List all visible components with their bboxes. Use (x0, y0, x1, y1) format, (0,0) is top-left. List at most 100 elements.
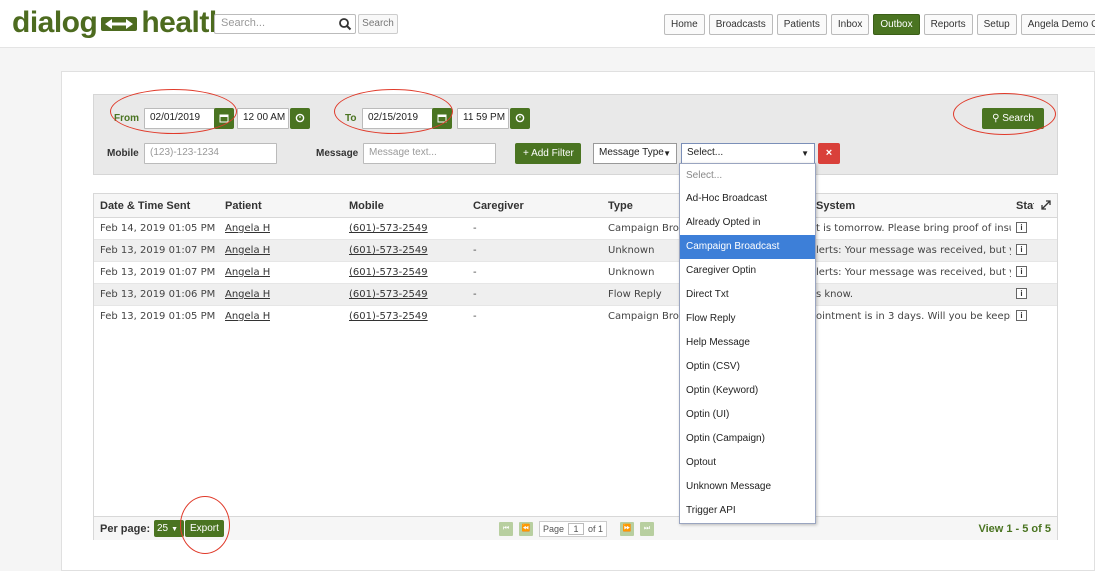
col-date[interactable]: Date & Time Sent (100, 200, 190, 212)
cell-patient-link[interactable]: Angela H (225, 245, 270, 256)
cell-patient-link[interactable]: Angela H (225, 223, 270, 234)
nav-reports[interactable]: Reports (923, 14, 973, 35)
option-optin-campaign[interactable]: Optin (Campaign) (680, 427, 815, 451)
nav-inbox[interactable]: Inbox (830, 14, 870, 35)
mobile-label: Mobile (107, 148, 139, 159)
message-input[interactable]: Message text... (363, 143, 496, 164)
col-patient[interactable]: Patient (225, 200, 262, 212)
chevron-down-icon: ▼ (801, 149, 809, 158)
expand-icon[interactable] (1040, 199, 1052, 211)
main-nav: Home Broadcasts Patients Inbox Outbox Re… (664, 14, 1095, 35)
cell-mobile-link[interactable]: (601)-573-2549 (349, 289, 428, 300)
next-page-icon[interactable]: ⏩ (620, 522, 634, 536)
option-caregiver-optin[interactable]: Caregiver Optin (680, 259, 815, 283)
nav-broadcasts[interactable]: Broadcasts (708, 14, 773, 35)
cell-type: Flow Reply (608, 289, 662, 300)
info-icon[interactable]: i (1016, 288, 1027, 299)
option-trigger-api[interactable]: Trigger API (680, 499, 815, 523)
col-type[interactable]: Type (608, 200, 633, 212)
col-mobile[interactable]: Mobile (349, 200, 384, 212)
search-icon[interactable] (338, 17, 352, 31)
from-clock-button[interactable] (290, 108, 310, 129)
per-page-label: Per page: (100, 523, 151, 535)
mobile-input[interactable]: (123)-123-1234 (144, 143, 277, 164)
cell-caregiver: - (473, 311, 477, 322)
cell-patient-link[interactable]: Angela H (225, 289, 270, 300)
cell-caregiver: - (473, 289, 477, 300)
cell-patient-link[interactable]: Angela H (225, 267, 270, 278)
annotation-circle-export (180, 496, 230, 554)
table-row[interactable]: Feb 13, 2019 01:07 PM Angela H (601)-573… (94, 240, 1057, 262)
nav-account[interactable]: Angela Demo Com (1020, 14, 1095, 35)
table-row[interactable]: Feb 13, 2019 01:07 PM Angela H (601)-573… (94, 262, 1057, 284)
page-input[interactable]: 1 (568, 523, 585, 535)
nav-setup[interactable]: Setup (976, 14, 1017, 35)
table-row[interactable]: Feb 14, 2019 01:05 PM Angela H (601)-573… (94, 218, 1057, 240)
message-type-select[interactable]: Select... ▼ (681, 143, 815, 164)
top-bar: dialog health Search... Search Home Broa… (0, 0, 1095, 48)
cell-type: Unknown (608, 245, 655, 256)
option-unknown-message[interactable]: Unknown Message (680, 475, 815, 499)
global-search-input[interactable]: Search... (214, 14, 356, 34)
cell-mobile-link[interactable]: (601)-573-2549 (349, 223, 428, 234)
nav-home[interactable]: Home (664, 14, 705, 35)
col-caregiver[interactable]: Caregiver (473, 200, 524, 212)
cell-caregiver: - (473, 245, 477, 256)
clock-icon (515, 113, 525, 123)
annotation-circle-search (953, 93, 1056, 135)
nav-outbox[interactable]: Outbox (873, 14, 920, 35)
nav-patients[interactable]: Patients (776, 14, 827, 35)
option-already-opted-in[interactable]: Already Opted in (680, 211, 815, 235)
cell-date: Feb 13, 2019 01:05 PM (100, 311, 216, 322)
cell-patient-link[interactable]: Angela H (225, 311, 270, 322)
cell-mobile-link[interactable]: (601)-573-2549 (349, 245, 428, 256)
message-type-value: Select... (687, 147, 724, 158)
cell-system: s know. (816, 289, 854, 300)
to-clock-button[interactable] (510, 108, 530, 129)
option-direct-txt[interactable]: Direct Txt (680, 283, 815, 307)
col-system[interactable]: System (816, 200, 855, 212)
from-time-input[interactable]: 12 00 AM (237, 108, 289, 129)
option-optin-csv[interactable]: Optin (CSV) (680, 355, 815, 379)
info-icon[interactable]: i (1016, 266, 1027, 277)
col-status[interactable]: Stat (1016, 200, 1034, 212)
filter-field-select[interactable]: Message Type ▼ (593, 143, 677, 164)
filter-bar: From 02/01/2019 12 00 AM To 02/15/2019 1… (93, 94, 1058, 175)
cell-system: t is tomorrow. Please bring proof of ins… (816, 223, 1011, 234)
option-optin-keyword[interactable]: Optin (Keyword) (680, 379, 815, 403)
page-of-label: of 1 (588, 524, 604, 534)
annotation-circle-from (110, 89, 237, 134)
info-icon[interactable]: i (1016, 310, 1027, 321)
view-count: View 1 - 5 of 5 (978, 523, 1051, 535)
cell-mobile-link[interactable]: (601)-573-2549 (349, 311, 428, 322)
option-flow-reply[interactable]: Flow Reply (680, 307, 815, 331)
option-ad-hoc-broadcast[interactable]: Ad-Hoc Broadcast (680, 187, 815, 211)
global-search-button[interactable]: Search (358, 14, 398, 34)
add-filter-button[interactable]: + Add Filter (515, 143, 581, 164)
option-select[interactable]: Select... (680, 164, 815, 188)
double-arrow-icon (101, 17, 138, 31)
remove-filter-button[interactable]: × (818, 143, 840, 164)
info-icon[interactable]: i (1016, 244, 1027, 255)
logo-text-left: dialog (12, 6, 98, 39)
messages-table: Date & Time Sent Patient Mobile Caregive… (93, 193, 1058, 540)
cell-mobile-link[interactable]: (601)-573-2549 (349, 267, 428, 278)
cell-system: lerts: Your message was received, but yo… (816, 245, 1011, 256)
to-time-input[interactable]: 11 59 PM (457, 108, 509, 129)
cell-caregiver: - (473, 223, 477, 234)
cell-date: Feb 13, 2019 01:07 PM (100, 267, 216, 278)
chevron-down-icon: ▼ (171, 526, 179, 533)
logo[interactable]: dialog health (12, 6, 227, 40)
option-optin-ui[interactable]: Optin (UI) (680, 403, 815, 427)
option-optout[interactable]: Optout (680, 451, 815, 475)
table-row[interactable]: Feb 13, 2019 01:06 PM Angela H (601)-573… (94, 284, 1057, 306)
first-page-icon[interactable]: ⏮ (499, 522, 513, 536)
last-page-icon[interactable]: ⏭ (640, 522, 654, 536)
option-help-message[interactable]: Help Message (680, 331, 815, 355)
table-row[interactable]: Feb 13, 2019 01:05 PM Angela H (601)-573… (94, 306, 1057, 328)
cell-date: Feb 14, 2019 01:05 PM (100, 223, 216, 234)
option-campaign-broadcast[interactable]: Campaign Broadcast (680, 235, 815, 259)
cell-system: lerts: Your message was received, but yo… (816, 267, 1011, 278)
info-icon[interactable]: i (1016, 222, 1027, 233)
prev-page-icon[interactable]: ⏪ (519, 522, 533, 536)
